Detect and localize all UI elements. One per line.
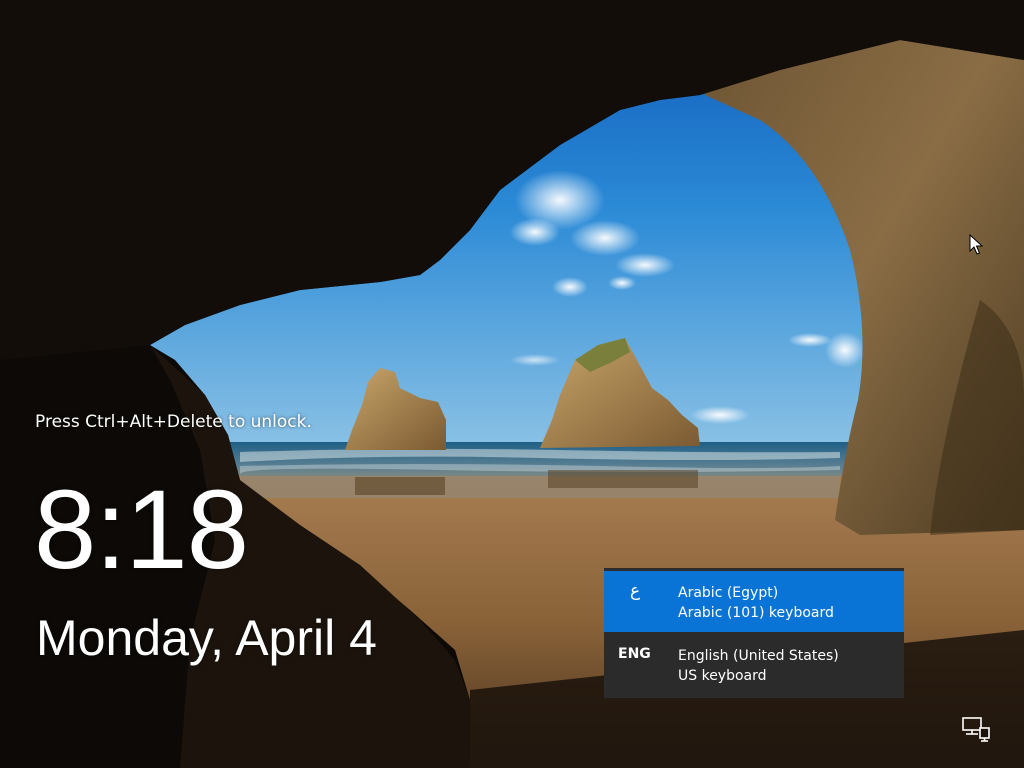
unlock-hint: Press Ctrl+Alt+Delete to unlock. xyxy=(35,412,312,432)
keyboard-layout: Arabic (101) keyboard xyxy=(678,605,834,621)
lock-screen[interactable]: Press Ctrl+Alt+Delete to unlock. 8:18 Mo… xyxy=(0,0,1024,768)
language-code: ع xyxy=(630,581,641,601)
clock-date: Monday, April 4 xyxy=(36,610,377,666)
language-option-arabic-egypt[interactable]: ع Arabic (Egypt) Arabic (101) keyboard xyxy=(604,571,904,632)
language-code: ENG xyxy=(618,646,651,662)
language-option-english-us[interactable]: ENG English (United States) US keyboard xyxy=(604,634,904,695)
mouse-pointer-icon xyxy=(969,234,983,255)
network-wired-icon[interactable] xyxy=(961,716,991,742)
keyboard-layout: US keyboard xyxy=(678,668,767,684)
input-language-flyout: ع Arabic (Egypt) Arabic (101) keyboard E… xyxy=(604,568,904,698)
language-name: Arabic (Egypt) xyxy=(678,585,779,601)
language-name: English (United States) xyxy=(678,648,839,664)
clock-time: 8:18 xyxy=(34,467,249,592)
